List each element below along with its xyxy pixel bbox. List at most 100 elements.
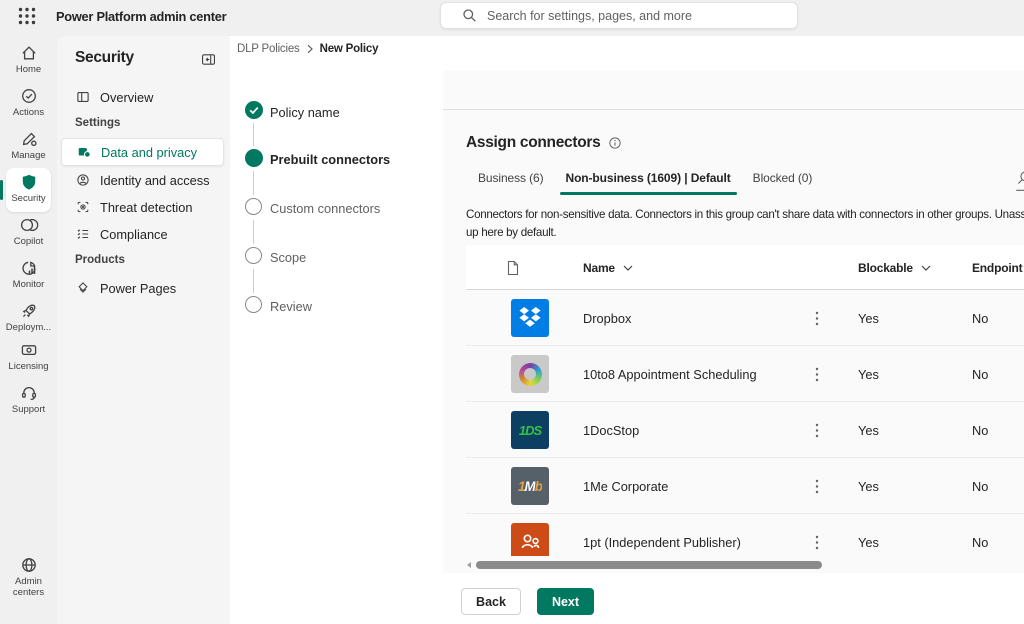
sidebar-item-identity-and-access[interactable]: Identity and access	[61, 166, 224, 194]
endpoint-configurable-value: No	[972, 402, 988, 458]
rail-item-home[interactable]: Home	[0, 43, 57, 75]
table-header-row: Name Blockable Endpoint configurable	[466, 245, 1024, 290]
security-shield-icon	[19, 172, 39, 192]
wizard-footer: Back Next	[443, 573, 1024, 624]
step-policy-name-label[interactable]: Policy name	[270, 105, 340, 120]
rail-item-support[interactable]: Support	[0, 383, 57, 415]
step-connector-line	[253, 269, 254, 293]
connectors-table: Name Blockable Endpoint configurable	[466, 245, 1024, 570]
sidebar-item-data-and-privacy[interactable]: Data and privacy	[61, 138, 224, 166]
breadcrumb: DLP Policies New Policy	[237, 43, 378, 55]
rail-item-actions[interactable]: Actions	[0, 86, 57, 118]
blockable-value: Yes	[858, 290, 879, 346]
rail-item-admin-centers[interactable]: Admin centers	[0, 555, 57, 598]
rail-item-manage[interactable]: Manage	[0, 129, 57, 161]
app-title: Power Platform admin center	[56, 9, 226, 24]
document-icon	[506, 260, 520, 276]
table-row-1docstop[interactable]: 1DS 1DocStop Yes No	[466, 402, 1024, 458]
compliance-icon	[75, 226, 91, 242]
main-area: DLP Policies New Policy Policy name Preb…	[230, 36, 1024, 624]
step-review-circle	[245, 296, 262, 313]
identity-and-access-icon	[75, 172, 91, 188]
threat-detection-icon	[75, 199, 91, 215]
copilot-icon	[19, 215, 39, 235]
admin-centers-globe-icon	[19, 555, 39, 575]
tab-blocked[interactable]: Blocked (0)	[742, 165, 824, 195]
rail-item-monitor[interactable]: Monitor	[0, 258, 57, 290]
sidebar-group-settings: Settings	[75, 117, 120, 129]
row-more-options-icon[interactable]	[815, 346, 819, 402]
support-headset-icon	[19, 383, 39, 403]
breadcrumb-chevron-icon	[307, 44, 313, 54]
check-icon	[245, 101, 263, 119]
table-row-1me-corporate[interactable]: 1Mb 1Me Corporate Yes No	[466, 458, 1024, 514]
step-policy-name-circle	[245, 101, 263, 119]
blockable-value: Yes	[858, 458, 879, 514]
1me-logo-text: 1Mb	[518, 479, 542, 494]
step-prebuilt-connectors-label[interactable]: Prebuilt connectors	[270, 152, 390, 167]
step-custom-connectors-label[interactable]: Custom connectors	[270, 201, 380, 216]
1me-logo: 1Mb	[511, 467, 549, 505]
blockable-value: Yes	[858, 346, 879, 402]
rail-item-licensing[interactable]: Licensing	[0, 340, 57, 372]
row-more-options-icon[interactable]	[815, 402, 819, 458]
scroll-left-arrow-icon[interactable]	[465, 561, 473, 569]
info-icon[interactable]	[608, 136, 622, 150]
rocket-icon	[19, 301, 39, 321]
chevron-down-icon	[623, 265, 633, 271]
sidebar-item-threat-detection[interactable]: Threat detection	[61, 193, 224, 221]
table-row-dropbox[interactable]: Dropbox Yes No	[466, 290, 1024, 346]
licensing-icon	[19, 340, 39, 360]
dropbox-logo	[511, 299, 549, 337]
rail-item-security[interactable]: Security	[0, 172, 57, 204]
column-header-name[interactable]: Name	[583, 245, 633, 290]
breadcrumb-new-policy: New Policy	[320, 43, 379, 55]
horizontal-scrollbar	[443, 556, 1024, 573]
row-more-options-icon[interactable]	[815, 458, 819, 514]
security-nav-panel: Security Overview Settings Data and priv…	[57, 36, 230, 624]
panel-title: Security	[75, 49, 134, 67]
connector-name: 10to8 Appointment Scheduling	[583, 346, 757, 402]
tab-description: Connectors for non-sensitive data. Conne…	[466, 206, 1024, 242]
monitor-icon	[19, 258, 39, 278]
document-type-column-icon[interactable]	[506, 245, 520, 290]
row-more-options-icon[interactable]	[815, 290, 819, 346]
search-placeholder: Search for settings, pages, and more	[487, 9, 692, 23]
sidebar-item-compliance[interactable]: Compliance	[61, 220, 224, 248]
search-icon	[462, 8, 477, 23]
step-connector-line	[253, 123, 254, 146]
endpoint-configurable-value: No	[972, 290, 988, 346]
sidebar-item-overview[interactable]: Overview	[61, 83, 224, 111]
sidebar-group-products: Products	[75, 254, 125, 266]
manage-icon	[19, 129, 39, 149]
next-button[interactable]: Next	[537, 588, 594, 615]
step-scope-label[interactable]: Scope	[270, 250, 306, 265]
table-search-icon[interactable]	[1013, 170, 1024, 192]
tab-non-business[interactable]: Non-business (1609) | Default	[555, 165, 742, 195]
step-review-label[interactable]: Review	[270, 299, 312, 314]
collapse-panel-icon[interactable]	[200, 51, 217, 68]
scrollbar-thumb[interactable]	[476, 561, 822, 569]
breadcrumb-dlp-policies[interactable]: DLP Policies	[237, 43, 300, 55]
actions-icon	[19, 86, 39, 106]
global-search-input[interactable]: Search for settings, pages, and more	[440, 2, 798, 29]
overview-icon	[75, 89, 91, 105]
page-title: Assign connectors	[466, 134, 600, 152]
step-connector-line	[253, 220, 254, 244]
rail-item-copilot[interactable]: Copilot	[0, 215, 57, 247]
connector-name: 1Me Corporate	[583, 458, 668, 514]
connector-name: 1DocStop	[583, 402, 639, 458]
endpoint-configurable-value: No	[972, 346, 988, 402]
rail-item-deployments[interactable]: Deploym...	[0, 301, 57, 333]
sidebar-item-power-pages[interactable]: Power Pages	[61, 274, 224, 302]
table-row-10to8[interactable]: 10to8 Appointment Scheduling Yes No	[466, 346, 1024, 402]
blockable-value: Yes	[858, 402, 879, 458]
connector-name: Dropbox	[583, 290, 631, 346]
back-button[interactable]: Back	[461, 588, 521, 615]
tab-business[interactable]: Business (6)	[467, 165, 555, 195]
connector-group-tabs: Business (6) Non-business (1609) | Defau…	[467, 165, 823, 195]
column-header-endpoint-configurable[interactable]: Endpoint configurable	[972, 245, 1024, 290]
column-header-blockable[interactable]: Blockable	[858, 245, 931, 290]
app-launcher-icon[interactable]	[18, 7, 36, 25]
power-pages-icon	[75, 280, 91, 296]
